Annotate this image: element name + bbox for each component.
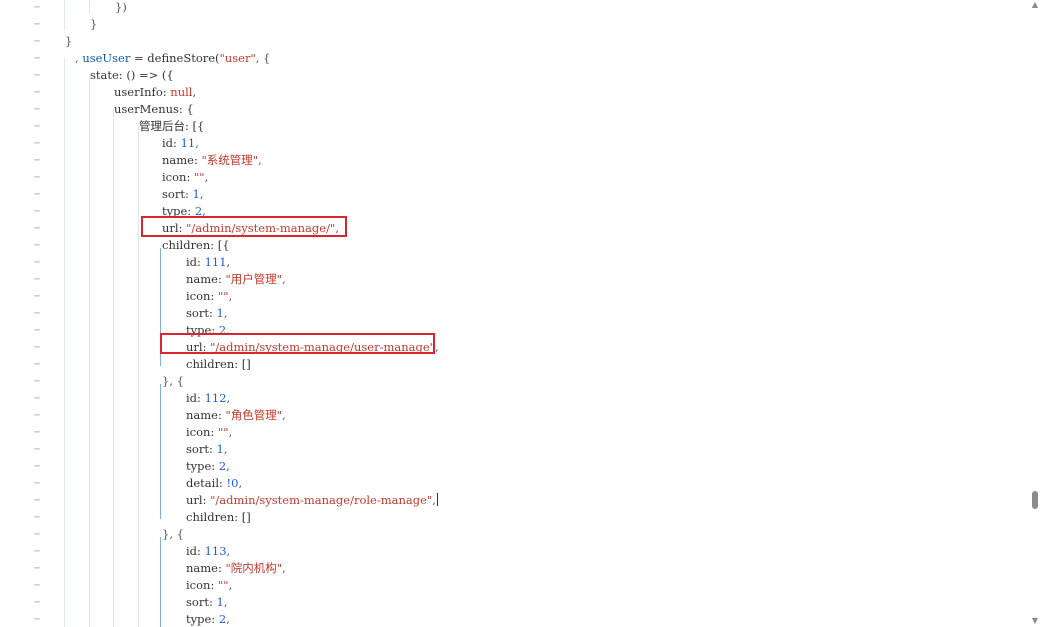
indent-guide [113,109,114,627]
fold-marker[interactable]: − [34,543,42,560]
line-gutter: − − − − − − − − − − − − − − − − − − − − … [0,0,50,627]
code-line: userInfo: null, [114,85,197,99]
fold-marker[interactable]: − [34,254,42,271]
indent-guide-active [160,384,161,519]
fold-marker[interactable]: − [34,169,42,186]
indent-guide [64,0,65,30]
indent-guide [64,58,65,627]
fold-marker[interactable]: − [34,152,42,169]
fold-marker[interactable]: − [34,441,42,458]
indent-guide [138,126,139,627]
fold-marker[interactable]: − [34,203,42,220]
fold-marker[interactable]: − [34,458,42,475]
code-line: name: "用户管理", [186,272,286,286]
code-line: id: 11, [162,136,199,150]
code-line: children: [] [186,510,251,524]
text-cursor [436,493,438,506]
code-line: } [65,34,73,48]
fold-marker[interactable]: − [34,305,42,322]
indent-guide [89,0,90,14]
fold-marker[interactable]: − [34,373,42,390]
code-line: id: 113, [186,544,231,558]
highlight-box-url-system-manage [141,216,347,237]
fold-marker[interactable]: − [34,509,42,526]
code-line: name: "系统管理", [162,153,262,167]
fold-marker[interactable]: − [34,577,42,594]
fold-marker[interactable]: − [34,118,42,135]
fold-marker[interactable]: − [34,526,42,543]
code-line: }) [115,0,127,14]
code-line: children: [] [186,357,251,371]
code-line: 管理后台: [{ [139,119,205,133]
fold-marker[interactable]: − [34,16,42,33]
scroll-up-arrow-icon[interactable]: ▲ [1030,0,1040,10]
code-line: id: 111, [186,255,231,269]
fold-marker[interactable]: − [34,611,42,627]
fold-marker[interactable]: − [34,67,42,84]
fold-marker[interactable]: − [34,0,42,16]
fold-marker[interactable]: − [34,84,42,101]
fold-marker[interactable]: − [34,288,42,305]
fold-marker[interactable]: − [34,356,42,373]
code-line: sort: 1, [186,306,228,320]
fold-marker[interactable]: − [34,492,42,509]
fold-marker[interactable]: − [34,101,42,118]
code-line: detail: !0, [186,476,243,490]
fold-marker[interactable]: − [34,186,42,203]
fold-marker[interactable]: − [34,424,42,441]
vertical-scrollbar[interactable]: ▲ ▼ [1028,0,1042,627]
code-line: type: 2, [186,612,230,626]
fold-marker[interactable]: − [34,475,42,492]
code-line: children: [{ [162,238,230,252]
code-line: state: () => ({ [90,68,174,82]
code-line: icon: "", [186,289,233,303]
code-line: type: 2, [186,459,230,473]
code-line: , useUser = defineStore("user", { [75,51,271,65]
fold-marker[interactable]: − [34,50,42,67]
code-line: } [90,17,98,31]
code-line: icon: "", [162,170,209,184]
fold-marker[interactable]: − [34,390,42,407]
code-line: name: "院内机构", [186,561,286,575]
scroll-down-arrow-icon[interactable]: ▼ [1030,616,1040,626]
code-line: userMenus: { [114,102,194,116]
indent-guide-active [160,537,161,627]
indent-guide [89,75,90,627]
fold-marker[interactable]: − [34,339,42,356]
scrollbar-thumb[interactable] [1032,491,1038,509]
code-line: }, { [162,374,184,388]
code-line: sort: 1, [162,187,204,201]
fold-marker[interactable]: − [34,271,42,288]
code-line[interactable]: url: "/admin/system-manage/role-manage", [186,492,438,509]
code-line: icon: "", [186,578,233,592]
code-line: sort: 1, [186,595,228,609]
code-viewer: − − − − − − − − − − − − − − − − − − − − … [0,0,1042,627]
highlight-box-url-user-manage [160,333,435,354]
code-line: }, { [162,527,184,541]
code-line: id: 112, [186,391,231,405]
fold-marker[interactable]: − [34,560,42,577]
code-line: icon: "", [186,425,233,439]
fold-marker[interactable]: − [34,594,42,611]
fold-marker[interactable]: − [34,135,42,152]
code-line: sort: 1, [186,442,228,456]
fold-marker[interactable]: − [34,322,42,339]
fold-marker[interactable]: − [34,220,42,237]
code-line: name: "角色管理", [186,408,286,422]
fold-marker[interactable]: − [34,33,42,50]
fold-marker[interactable]: − [34,237,42,254]
fold-marker[interactable]: − [34,407,42,424]
